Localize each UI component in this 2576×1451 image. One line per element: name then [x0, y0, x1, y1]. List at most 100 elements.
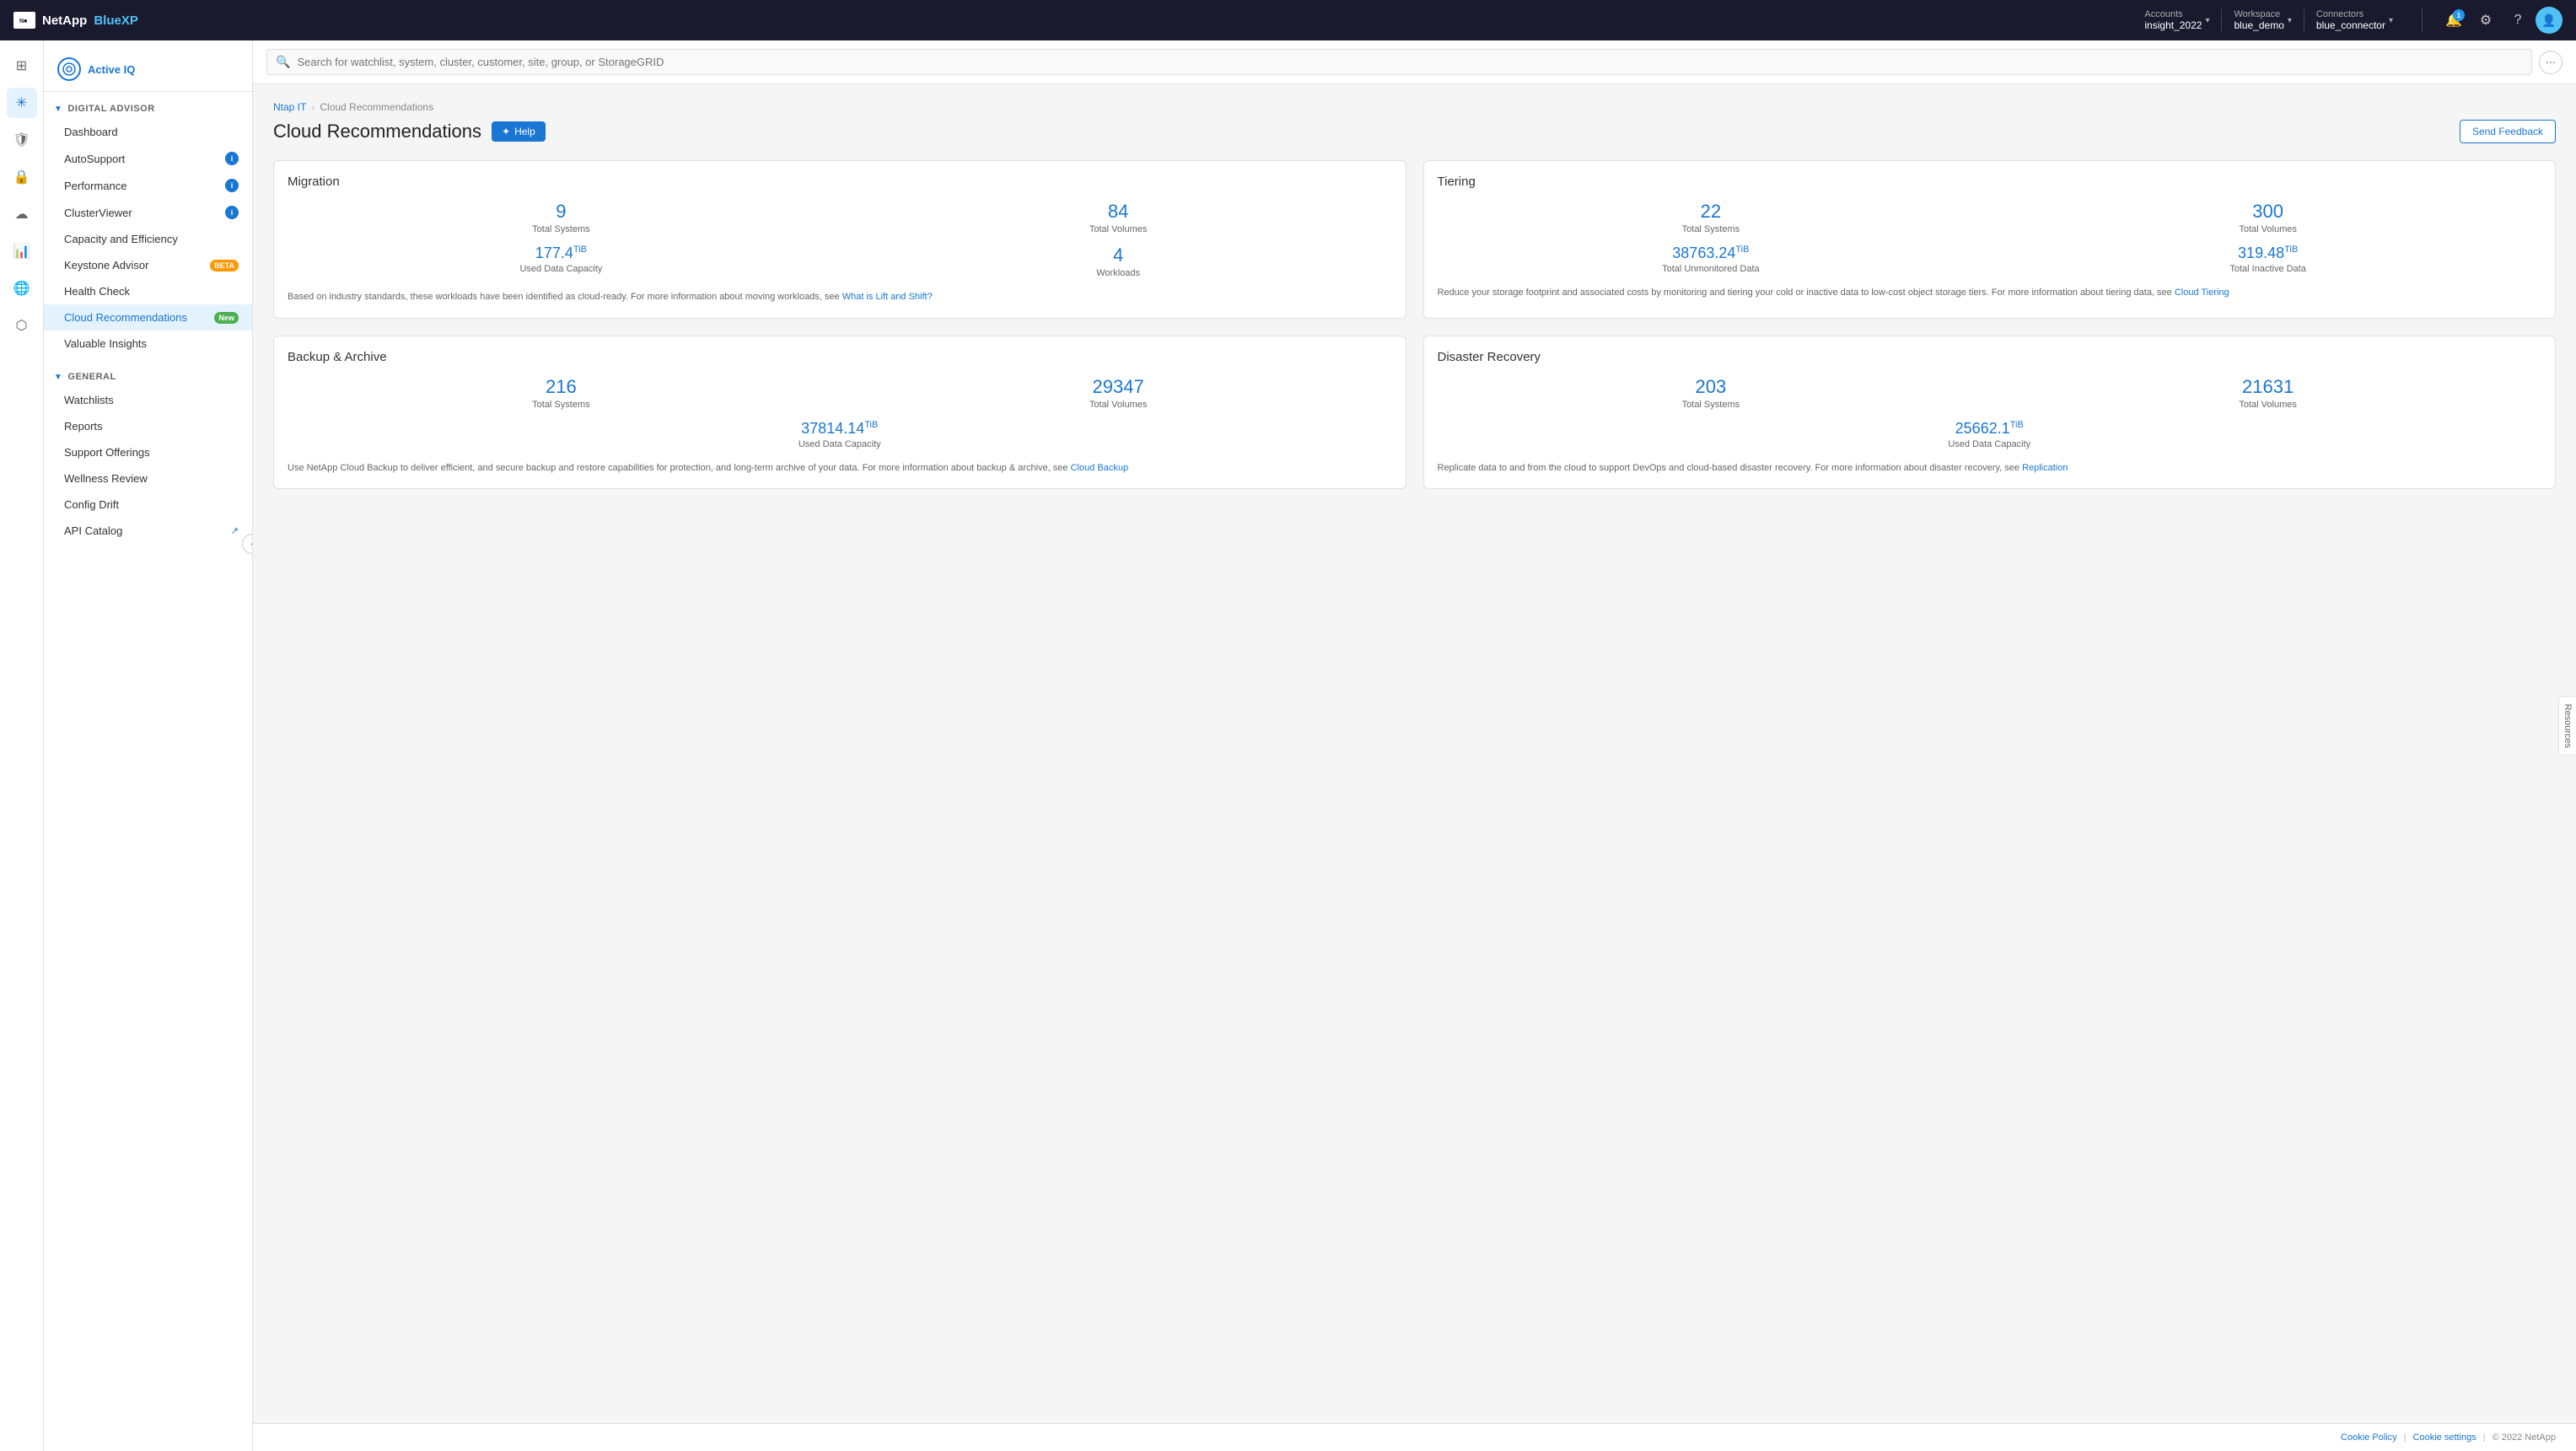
active-iq-label: Active IQ	[88, 63, 135, 76]
svg-text:N■: N■	[19, 19, 27, 24]
section-collapse-arrow: ▼	[54, 105, 62, 114]
breadcrumb-parent[interactable]: Ntap IT	[273, 101, 306, 113]
sidebar-item-support[interactable]: Support Offerings	[44, 439, 252, 465]
sidebar-item-keystone[interactable]: Keystone Advisor BETA	[44, 252, 252, 278]
settings-button[interactable]: ⚙	[2471, 6, 2500, 35]
icon-bar-chart[interactable]: 📊	[7, 236, 37, 266]
page-title: Cloud Recommendations	[273, 121, 481, 142]
icon-bar-nodes[interactable]: ⬡	[7, 310, 37, 341]
search-input[interactable]	[297, 56, 2523, 68]
sidebar-item-autosupport[interactable]: AutoSupport i	[44, 145, 252, 172]
cookie-policy-link[interactable]: Cookie Policy	[2341, 1432, 2397, 1443]
disaster-link[interactable]: Replication	[2022, 463, 2068, 473]
tiering-total-systems: 22 Total Systems	[1438, 201, 1985, 234]
sidebar-item-wellness[interactable]: Wellness Review	[44, 465, 252, 492]
gear-icon: ⚙	[2480, 12, 2492, 29]
backup-capacity: 37814.14TiB Used Data Capacity	[288, 420, 1392, 449]
sidebar-item-cloud[interactable]: Cloud Recommendations New	[44, 304, 252, 331]
migration-stats: 9 Total Systems 84 Total Volumes 177.4Ti…	[288, 201, 1392, 278]
tiering-link[interactable]: Cloud Tiering	[2175, 288, 2229, 298]
breadcrumb: Ntap IT › Cloud Recommendations	[273, 101, 2556, 113]
digital-advisor-section-header[interactable]: ▼ DIGITAL ADVISOR	[44, 99, 252, 119]
sidebar-item-performance[interactable]: Performance i	[44, 172, 252, 199]
sidebar-item-valuable[interactable]: Valuable Insights	[44, 331, 252, 357]
shield-icon: 🛡	[13, 132, 30, 148]
page-title-group: Cloud Recommendations ✦ Help	[273, 121, 546, 142]
sidebar-item-clusterviewer[interactable]: ClusterViewer i	[44, 199, 252, 226]
sidebar-item-healthcheck[interactable]: Health Check	[44, 278, 252, 304]
sidebar-item-dashboard[interactable]: Dashboard	[44, 119, 252, 145]
icon-bar-active-iq[interactable]: ✳	[7, 88, 37, 118]
disaster-description: Replicate data to and from the cloud to …	[1438, 461, 2542, 476]
backup-stats: 216 Total Systems 29347 Total Volumes 37…	[288, 376, 1392, 449]
clusterviewer-label: ClusterViewer	[64, 207, 132, 219]
send-feedback-button[interactable]: Send Feedback	[2460, 120, 2556, 143]
general-label: GENERAL	[67, 372, 116, 382]
workspace-dropdown[interactable]: Workspace blue_demo ▾	[2222, 9, 2304, 31]
valuable-insights-label: Valuable Insights	[64, 337, 147, 350]
icon-bar-cloud[interactable]: ☁	[7, 199, 37, 229]
wellness-label: Wellness Review	[64, 472, 148, 485]
migration-total-volumes: 84 Total Volumes	[845, 201, 1392, 234]
disaster-capacity-value: 25662.1TiB	[1438, 420, 2542, 438]
help-button[interactable]: ✦ Help	[492, 121, 546, 142]
tiering-unmonitored-value: 38763.24TiB	[1438, 245, 1985, 262]
notification-badge: 1	[2453, 9, 2465, 21]
performance-badge: i	[225, 179, 239, 192]
migration-link[interactable]: What is Lift and Shift?	[842, 292, 933, 302]
disaster-title: Disaster Recovery	[1438, 350, 2542, 364]
autosupport-badge: i	[225, 152, 239, 165]
snowflake-icon: ✳	[16, 94, 27, 111]
icon-bar-globe[interactable]: 🌐	[7, 273, 37, 304]
help-button[interactable]: ?	[2503, 6, 2532, 35]
sidebar-collapse-button[interactable]: ‹	[242, 534, 253, 554]
migration-systems-value: 9	[288, 201, 835, 223]
active-iq-icon	[57, 57, 81, 81]
app-logo[interactable]: N■ NetApp BlueXP	[13, 12, 138, 29]
netapp-text: NetApp	[42, 13, 87, 28]
tiering-card: Tiering 22 Total Systems 300 Total Volum…	[1423, 160, 2557, 319]
sidebar-item-capacity[interactable]: Capacity and Efficiency	[44, 226, 252, 252]
backup-volumes-value: 29347	[845, 376, 1392, 398]
tiering-volumes-label: Total Volumes	[1994, 224, 2541, 234]
accounts-dropdown[interactable]: Accounts insight_2022 ▾	[2132, 9, 2222, 31]
migration-description: Based on industry standards, these workl…	[288, 290, 1392, 304]
user-avatar-button[interactable]: 👤	[2536, 7, 2563, 34]
icon-bar-home[interactable]: ⊞	[7, 51, 37, 81]
backup-title: Backup & Archive	[288, 350, 1392, 364]
content-area: Ntap IT › Cloud Recommendations Cloud Re…	[253, 84, 2576, 1423]
tiering-total-volumes: 300 Total Volumes	[1994, 201, 2541, 234]
icon-bar-lock[interactable]: 🔒	[7, 162, 37, 192]
connectors-dropdown[interactable]: Connectors blue_connector ▾	[2304, 9, 2405, 31]
disaster-stats: 203 Total Systems 21631 Total Volumes 25…	[1438, 376, 2542, 449]
backup-card: Backup & Archive 216 Total Systems 29347…	[273, 336, 1406, 490]
digital-advisor-label: DIGITAL ADVISOR	[67, 104, 154, 114]
tiering-inactive-value: 319.48TiB	[1994, 245, 2541, 262]
autosupport-label: AutoSupport	[64, 153, 125, 165]
sidebar-item-config[interactable]: Config Drift	[44, 492, 252, 518]
keystone-beta-badge: BETA	[210, 260, 239, 271]
tiering-unmonitored-label: Total Unmonitored Data	[1438, 264, 1985, 274]
disaster-systems-label: Total Systems	[1438, 400, 1985, 410]
workspace-label: Workspace	[2234, 9, 2283, 19]
sidebar-active-iq-header[interactable]: Active IQ	[44, 51, 252, 92]
migration-card: Migration 9 Total Systems 84 Total Volum…	[273, 160, 1406, 319]
sidebar-item-api[interactable]: API Catalog ↗	[44, 518, 252, 544]
notifications-button[interactable]: 🔔 1	[2439, 6, 2468, 35]
icon-bar-shield[interactable]: 🛡	[7, 125, 37, 155]
backup-link[interactable]: Cloud Backup	[1071, 463, 1129, 473]
lock-icon: 🔒	[13, 169, 30, 185]
resources-tab[interactable]: Resources	[2558, 696, 2576, 755]
reports-label: Reports	[64, 420, 103, 433]
main-layout: ⊞ ✳ 🛡 🔒 ☁ 📊 🌐 ⬡ Active IQ	[0, 40, 2576, 1451]
cookie-settings-link[interactable]: Cookie settings	[2413, 1432, 2477, 1443]
performance-label: Performance	[64, 180, 126, 192]
search-input-wrapper[interactable]: 🔍	[266, 49, 2532, 75]
sidebar-item-reports[interactable]: Reports	[44, 413, 252, 439]
tiering-systems-value: 22	[1438, 201, 1985, 223]
footer-separator-2: |	[2483, 1432, 2486, 1443]
search-menu-button[interactable]: ⋯	[2539, 51, 2563, 74]
sidebar-item-watchlists[interactable]: Watchlists	[44, 387, 252, 413]
tiering-stats: 22 Total Systems 300 Total Volumes 38763…	[1438, 201, 2542, 274]
general-section-header[interactable]: ▼ GENERAL	[44, 367, 252, 387]
